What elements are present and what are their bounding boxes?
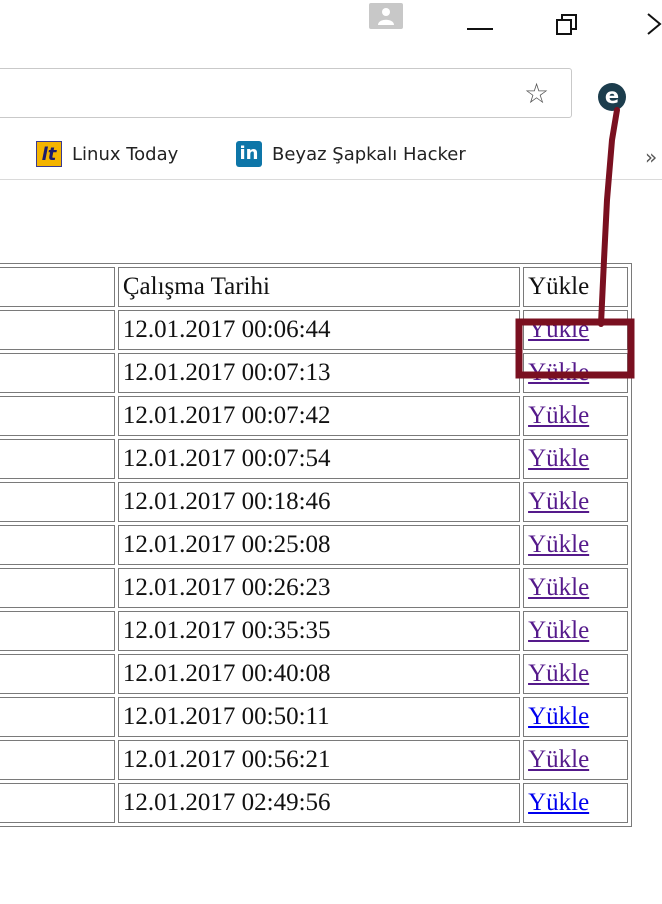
table-cell-blank [0,568,115,608]
table-cell-load: Yükle [523,654,628,694]
linux-today-icon: lt [36,141,62,167]
restore-button[interactable] [556,14,578,36]
linkedin-icon: in [236,141,262,167]
table-cell-load: Yükle [523,568,628,608]
extension-icon-letter: e [604,84,620,108]
table-cell-date: 12.01.2017 00:56:21 [117,740,521,780]
bookmarks-bar: lt Linux Today in Beyaz Şapkalı Hacker [0,128,662,180]
table-cell-load: Yükle [523,611,628,651]
table-row: 12.01.2017 00:07:54 Yükle [0,439,628,479]
load-link[interactable]: Yükle [528,746,589,773]
bookmark-star-icon[interactable]: ☆ [524,80,549,108]
table-cell-blank [0,310,115,350]
bookmark-linux-today[interactable]: lt Linux Today [36,140,178,168]
table-cell-blank [0,482,115,522]
table-cell-date: 12.01.2017 00:50:11 [117,697,521,737]
table-cell-load: Yükle [523,740,628,780]
table-cell-date: 12.01.2017 02:49:56 [117,783,521,823]
table-header-row: Çalışma Tarihi Yükle [0,267,628,307]
bookmark-beyaz-sapkali-hacker[interactable]: in Beyaz Şapkalı Hacker [236,140,466,168]
load-link[interactable]: Yükle [528,445,589,472]
table-row: 12.01.2017 00:35:35 Yükle [0,611,628,651]
address-bar[interactable]: ☆ [0,68,572,118]
bookmark-label: Beyaz Şapkalı Hacker [272,143,466,165]
profile-button[interactable] [369,3,403,29]
table-row: 12.01.2017 00:40:08 Yükle [0,654,628,694]
table-row: 12.01.2017 00:18:46 Yükle [0,482,628,522]
page-content: Çalışma Tarihi Yükle 12.01.2017 00:06:44… [0,180,662,904]
table-cell-date: 12.01.2017 00:06:44 [117,310,521,350]
table-cell-blank [0,654,115,694]
table-cell-load: Yükle [523,783,628,823]
title-bar [0,0,662,58]
table-cell-blank [0,353,115,393]
table-cell-blank [0,396,115,436]
table-cell-load: Yükle [523,697,628,737]
table-row: 12.01.2017 02:49:56 Yükle [0,783,628,823]
table-header-load: Yükle [523,267,628,307]
load-link[interactable]: Yükle [528,488,589,515]
table-cell-load: Yükle [523,396,628,436]
table-cell-date: 12.01.2017 00:25:08 [117,525,521,565]
table-cell-blank [0,611,115,651]
table-cell-blank [0,439,115,479]
user-icon [378,8,394,25]
table-cell-date: 12.01.2017 00:35:35 [117,611,521,651]
table-cell-date: 12.01.2017 00:26:23 [117,568,521,608]
table-cell-blank [0,740,115,780]
table-row: 12.01.2017 00:07:42 Yükle [0,396,628,436]
load-link[interactable]: Yükle [528,316,589,343]
table-header-cell [0,267,115,307]
bookmark-label: Linux Today [72,143,179,165]
load-link[interactable]: Yükle [528,660,589,687]
table-cell-load: Yükle [523,525,628,565]
results-table: Çalışma Tarihi Yükle 12.01.2017 00:06:44… [0,263,632,827]
table-row: 12.01.2017 00:25:08 Yükle [0,525,628,565]
table-cell-date: 12.01.2017 00:07:42 [117,396,521,436]
table-row: 12.01.2017 00:06:44 Yükle [0,310,628,350]
table-header-date: Çalışma Tarihi [117,267,521,307]
table-cell-load: Yükle [523,353,628,393]
load-link[interactable]: Yükle [528,574,589,601]
minimize-button[interactable] [467,28,493,30]
load-link[interactable]: Yükle [528,531,589,558]
table-cell-blank [0,697,115,737]
load-link[interactable]: Yükle [528,402,589,429]
table-cell-date: 12.01.2017 00:07:54 [117,439,521,479]
extension-icon[interactable]: e [598,83,626,111]
table-row: 12.01.2017 00:50:11 Yükle [0,697,628,737]
table-cell-load: Yükle [523,482,628,522]
table-cell-blank [0,525,115,565]
table-cell-date: 12.01.2017 00:07:13 [117,353,521,393]
load-link[interactable]: Yükle [528,617,589,644]
table-cell-date: 12.01.2017 00:18:46 [117,482,521,522]
load-link[interactable]: Yükle [528,703,589,730]
table-cell-date: 12.01.2017 00:40:08 [117,654,521,694]
table-row: 12.01.2017 00:56:21 Yükle [0,740,628,780]
load-link[interactable]: Yükle [528,789,589,816]
table-cell-load: Yükle [523,439,628,479]
close-button[interactable] [646,12,662,36]
table-cell-blank [0,783,115,823]
bookmarks-overflow-chevron-icon[interactable]: » [645,145,657,169]
table-row: 12.01.2017 00:07:13 Yükle [0,353,628,393]
load-link[interactable]: Yükle [528,359,589,386]
address-bar-row: ☆ [0,58,662,128]
table-row: 12.01.2017 00:26:23 Yükle [0,568,628,608]
bookmark-overflow-fade [462,140,512,168]
table-cell-load: Yükle [523,310,628,350]
